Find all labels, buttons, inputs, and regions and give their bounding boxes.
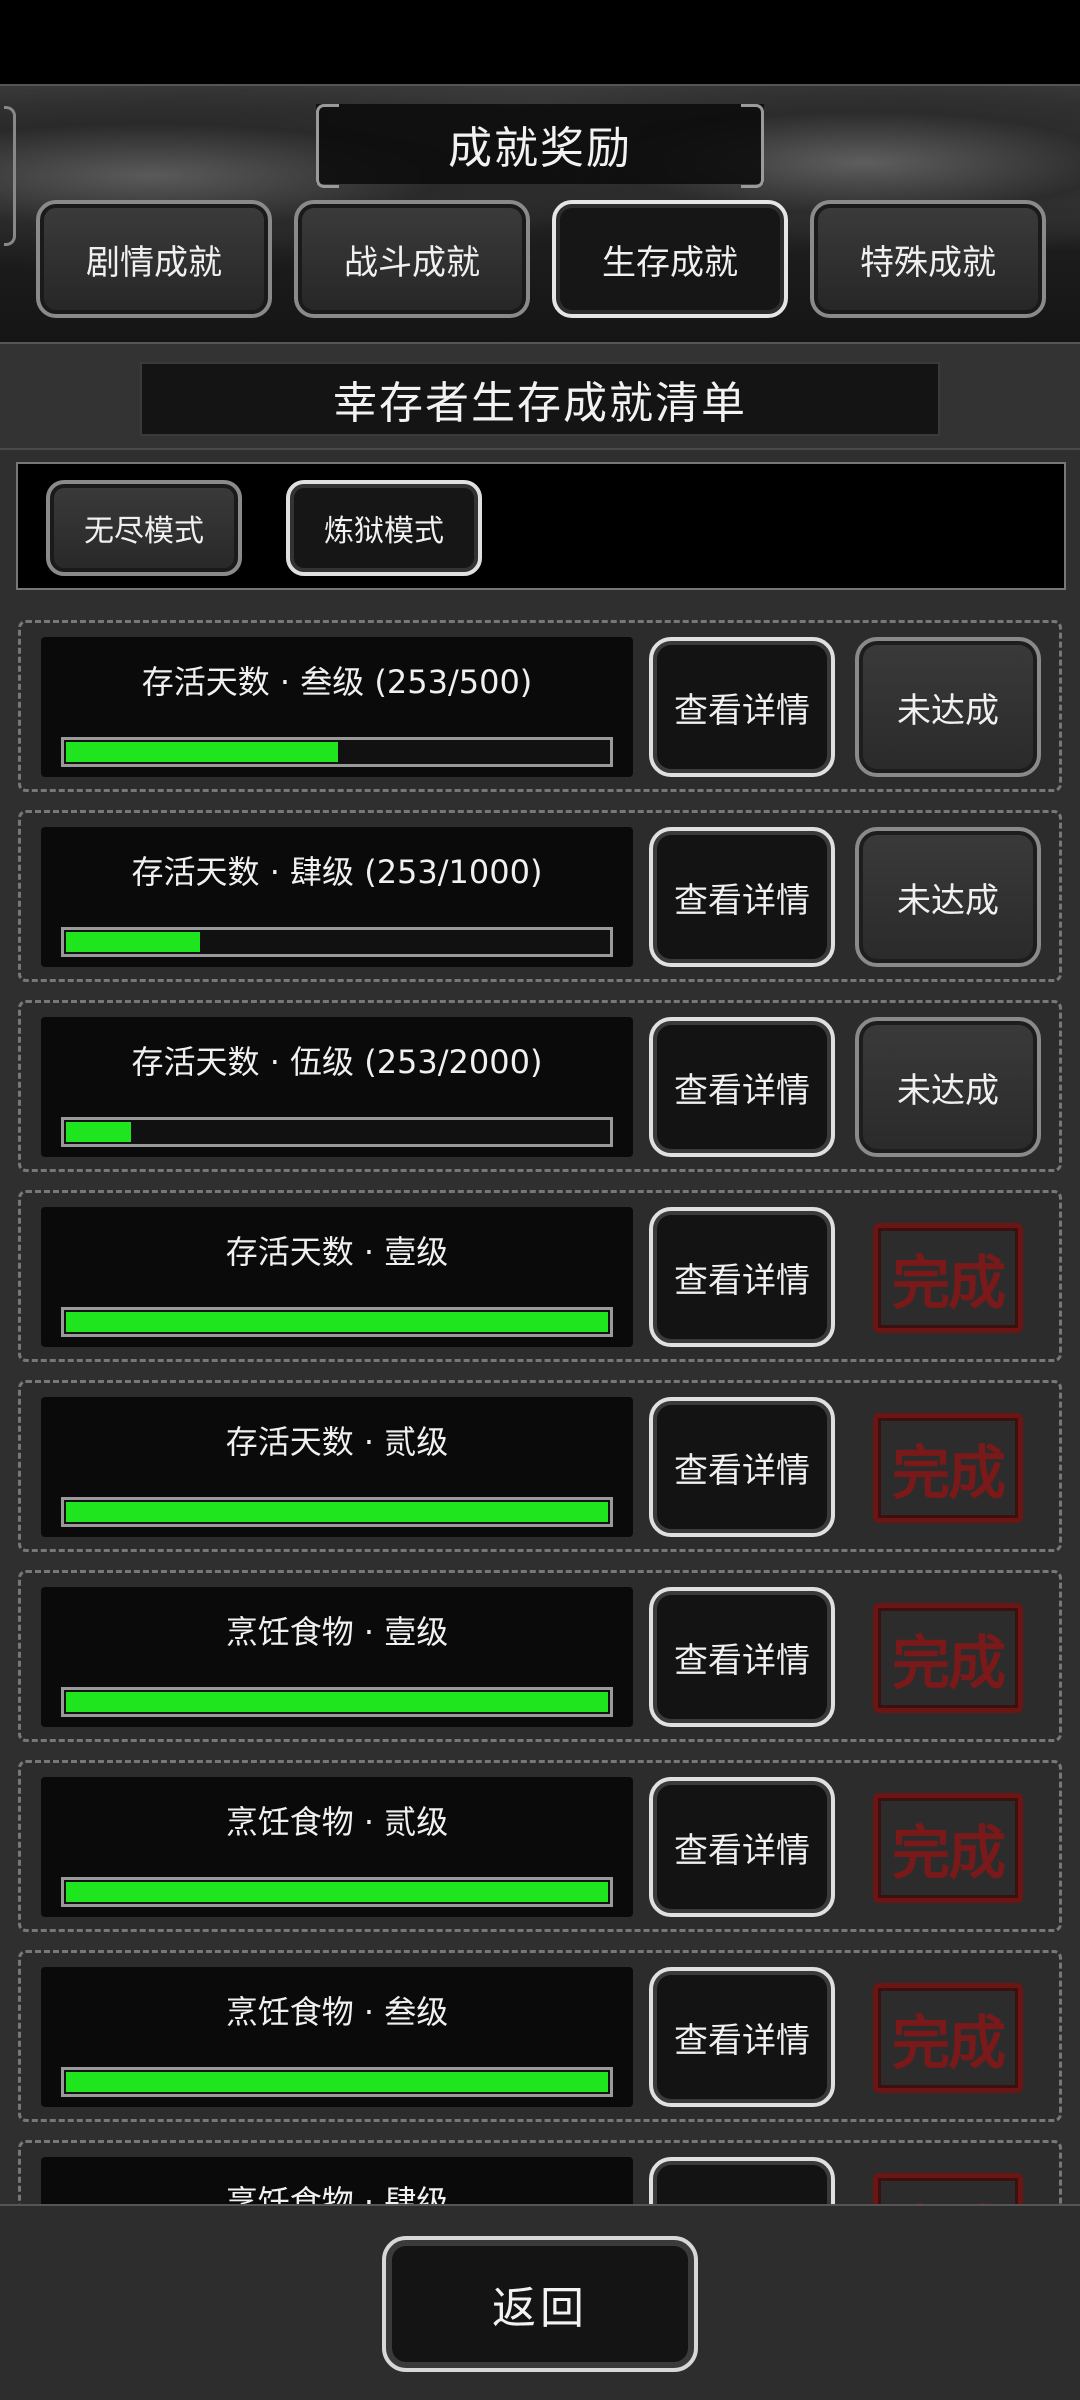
tab-survival-achievements[interactable]: 生存成就	[552, 200, 788, 318]
achievement-name: 存活天数 · 贰级	[225, 1423, 449, 1461]
achievement-card: 存活天数 · 壹级 查看详情 完成	[18, 1190, 1062, 1362]
view-details-button[interactable]: 查看详情	[649, 1967, 835, 2107]
completed-stamp: 完成	[873, 1413, 1023, 1523]
tab-combat-achievements[interactable]: 战斗成就	[294, 200, 530, 318]
progress-fill	[66, 932, 201, 952]
view-details-button[interactable]: 查看详情	[649, 1587, 835, 1727]
achievement-name: 烹饪食物 · 壹级	[225, 1613, 449, 1651]
achievement-name: 存活天数 · 肆级 (253/1000)	[131, 853, 543, 891]
completed-stamp: 完成	[873, 1793, 1023, 1903]
completed-stamp: 完成	[873, 1223, 1023, 1333]
tab-special-achievements[interactable]: 特殊成就	[810, 200, 1046, 318]
view-details-button[interactable]: 查看详情	[649, 1017, 835, 1157]
achievement-card: 烹饪食物 · 贰级 查看详情 完成	[18, 1760, 1062, 1932]
achievement-info: 烹饪食物 · 肆级	[41, 2157, 633, 2204]
achievement-name: 存活天数 · 壹级	[225, 1233, 449, 1271]
achievement-info: 存活天数 · 伍级 (253/2000)	[41, 1017, 633, 1157]
progress-bar	[61, 1117, 613, 1147]
progress-fill	[66, 2072, 608, 2092]
back-button[interactable]: 返回	[382, 2236, 698, 2372]
hell-mode-button[interactable]: 炼狱模式	[286, 480, 482, 576]
achievement-info: 烹饪食物 · 贰级	[41, 1777, 633, 1917]
view-details-button[interactable]: 查看详情	[649, 1397, 835, 1537]
achievement-name: 烹饪食物 · 贰级	[225, 1803, 449, 1841]
achievement-card: 存活天数 · 伍级 (253/2000) 查看详情 未达成	[18, 1000, 1062, 1172]
achievement-info: 烹饪食物 · 壹级	[41, 1587, 633, 1727]
view-details-button[interactable]: 查看详情	[649, 1777, 835, 1917]
progress-bar	[61, 927, 613, 957]
mode-selector: 无尽模式 炼狱模式	[16, 462, 1066, 590]
achievement-info: 烹饪食物 · 叁级	[41, 1967, 633, 2107]
progress-fill	[66, 742, 339, 762]
completed-stamp: 完成	[873, 1983, 1023, 2093]
achievement-name: 烹饪食物 · 肆级	[225, 2183, 449, 2204]
header-banner: 成就奖励 剧情成就 战斗成就 生存成就 特殊成就	[0, 84, 1080, 344]
progress-fill	[66, 1122, 132, 1142]
progress-bar	[61, 1497, 613, 1527]
achievement-list[interactable]: 无尽模式 炼狱模式 存活天数 · 叁级 (253/500) 查看详情 未达成 存活天数…	[0, 450, 1080, 2204]
progress-bar	[61, 1877, 613, 1907]
endless-mode-button[interactable]: 无尽模式	[46, 480, 242, 576]
progress-bar	[61, 737, 613, 767]
achievement-name: 烹饪食物 · 叁级	[225, 1993, 449, 2031]
completed-stamp: 完成	[873, 1603, 1023, 1713]
tab-story-achievements[interactable]: 剧情成就	[36, 200, 272, 318]
progress-fill	[66, 1882, 608, 1902]
progress-bar	[61, 1687, 613, 1717]
view-details-button[interactable]: 查看详情	[649, 2157, 835, 2204]
not-achieved-button[interactable]: 未达成	[855, 1017, 1041, 1157]
side-panel-handle[interactable]	[4, 106, 16, 246]
view-details-button[interactable]: 查看详情	[649, 827, 835, 967]
achievement-info: 存活天数 · 肆级 (253/1000)	[41, 827, 633, 967]
not-achieved-button[interactable]: 未达成	[855, 827, 1041, 967]
achievement-name: 存活天数 · 伍级 (253/2000)	[131, 1043, 543, 1081]
view-details-button[interactable]: 查看详情	[649, 1207, 835, 1347]
achievement-info: 存活天数 · 叁级 (253/500)	[41, 637, 633, 777]
achievement-name: 存活天数 · 叁级 (253/500)	[141, 663, 533, 701]
achievement-info: 存活天数 · 贰级	[41, 1397, 633, 1537]
achievement-card: 烹饪食物 · 叁级 查看详情 完成	[18, 1950, 1062, 2122]
progress-fill	[66, 1692, 608, 1712]
progress-fill	[66, 1312, 608, 1332]
not-achieved-button[interactable]: 未达成	[855, 637, 1041, 777]
section-title: 幸存者生存成就清单	[140, 362, 940, 436]
progress-bar	[61, 1307, 613, 1337]
progress-bar	[61, 2067, 613, 2097]
achievement-card: 存活天数 · 贰级 查看详情 完成	[18, 1380, 1062, 1552]
achievement-category-tabs: 剧情成就 战斗成就 生存成就 特殊成就	[36, 200, 1046, 318]
achievement-info: 存活天数 · 壹级	[41, 1207, 633, 1347]
completed-stamp: 完成	[873, 2173, 1023, 2204]
progress-fill	[66, 1502, 608, 1522]
achievement-card: 存活天数 · 叁级 (253/500) 查看详情 未达成	[18, 620, 1062, 792]
page-title: 成就奖励	[316, 104, 764, 188]
view-details-button[interactable]: 查看详情	[649, 637, 835, 777]
footer: 返回	[0, 2204, 1080, 2400]
section-header: 幸存者生存成就清单	[0, 344, 1080, 450]
achievement-card: 烹饪食物 · 肆级 查看详情 完成	[18, 2140, 1062, 2204]
achievement-card: 烹饪食物 · 壹级 查看详情 完成	[18, 1570, 1062, 1742]
achievement-card: 存活天数 · 肆级 (253/1000) 查看详情 未达成	[18, 810, 1062, 982]
